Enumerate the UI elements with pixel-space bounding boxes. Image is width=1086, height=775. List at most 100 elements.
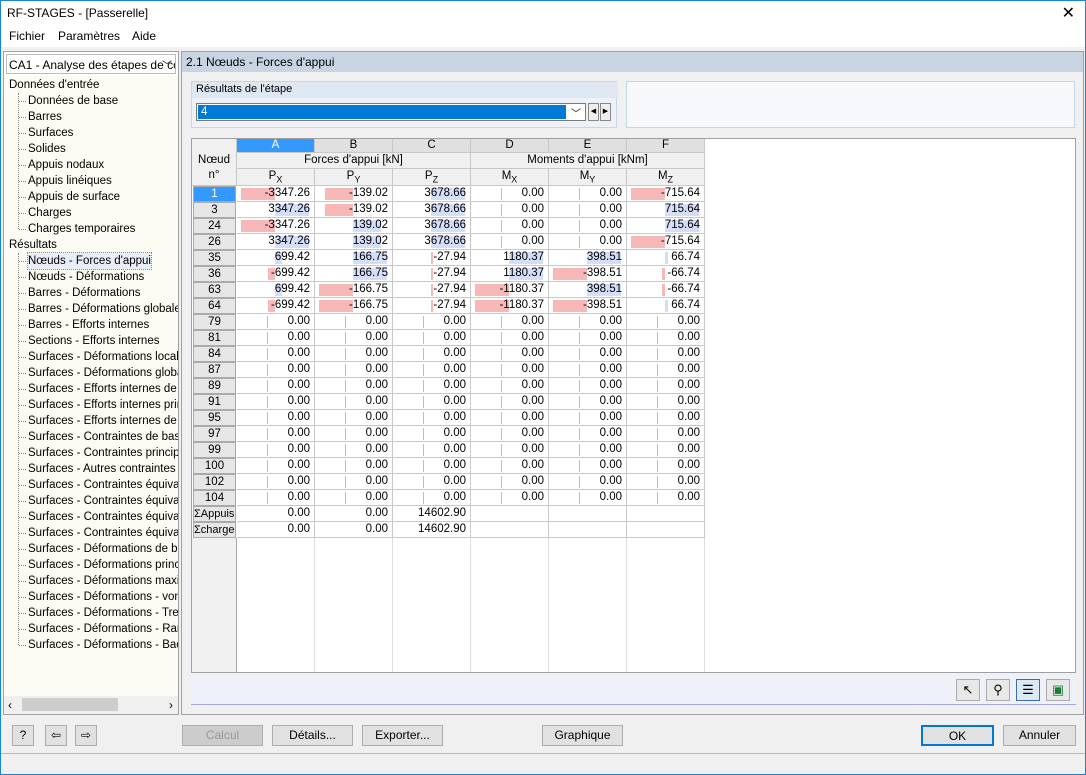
row-header[interactable]: 87 bbox=[193, 362, 236, 378]
calcul-button[interactable]: Calcul bbox=[182, 725, 263, 746]
tree-item[interactable]: Surfaces bbox=[18, 125, 73, 141]
menu-aide[interactable]: Aide bbox=[132, 29, 156, 43]
table-cell[interactable]: 0.00 bbox=[315, 458, 393, 474]
table-cell[interactable]: 0.00 bbox=[549, 426, 627, 442]
table-cell[interactable]: 0.00 bbox=[549, 442, 627, 458]
tree-item[interactable]: Surfaces - Contraintes équivalentes bbox=[18, 477, 178, 493]
table-cell[interactable]: 0.00 bbox=[627, 330, 705, 346]
table-cell[interactable]: 66.74 bbox=[627, 250, 705, 266]
table-cell[interactable]: 0.00 bbox=[393, 394, 471, 410]
table-cell[interactable]: -1180.37 bbox=[471, 298, 549, 314]
row-header[interactable]: 35 bbox=[193, 250, 236, 266]
table-cell[interactable]: 0.00 bbox=[627, 442, 705, 458]
tree-item[interactable]: Barres bbox=[19, 109, 62, 125]
table-cell[interactable]: 0.00 bbox=[627, 362, 705, 378]
table-cell[interactable]: 0.00 bbox=[237, 442, 315, 458]
table-cell[interactable]: 0.00 bbox=[549, 234, 627, 250]
table-cell[interactable]: 0.00 bbox=[627, 394, 705, 410]
table-cell[interactable]: 66.74 bbox=[627, 298, 705, 314]
tree-item[interactable]: Surfaces - Déformations - Tresca bbox=[19, 605, 178, 621]
table-cell[interactable]: 0.00 bbox=[315, 330, 393, 346]
tree-item[interactable]: Solides bbox=[19, 141, 66, 157]
row-header[interactable]: 100 bbox=[193, 458, 236, 474]
row-header[interactable]: 79 bbox=[193, 314, 236, 330]
tree-item[interactable]: Barres - Déformations bbox=[18, 285, 140, 301]
table-cell[interactable]: -1180.37 bbox=[471, 282, 549, 298]
table-cell[interactable]: 0.00 bbox=[549, 474, 627, 490]
tree-item[interactable]: Surfaces - Contraintes principales bbox=[19, 445, 178, 461]
row-header[interactable]: 104 bbox=[193, 490, 236, 506]
table-cell[interactable]: 3678.66 bbox=[393, 234, 471, 250]
table-cell[interactable]: 0.00 bbox=[471, 234, 549, 250]
table-cell[interactable]: 0.00 bbox=[315, 442, 393, 458]
menu-fichier[interactable]: Fichier bbox=[9, 29, 45, 43]
column-letter[interactable]: C bbox=[393, 139, 471, 153]
table-cell[interactable]: 0.00 bbox=[393, 314, 471, 330]
row-header[interactable]: 84 bbox=[193, 346, 236, 362]
table-cell[interactable]: 3678.66 bbox=[393, 186, 471, 202]
column-letter[interactable]: D bbox=[471, 139, 549, 153]
table-cell[interactable]: 0.00 bbox=[237, 474, 315, 490]
table-cell[interactable]: -66.74 bbox=[627, 282, 705, 298]
tree-item[interactable]: Barres - Déformations globales bbox=[19, 301, 178, 317]
table-cell[interactable]: 0.00 bbox=[627, 474, 705, 490]
tree-item[interactable]: Surfaces - Déformations maximales bbox=[18, 573, 178, 589]
row-header[interactable]: 102 bbox=[193, 474, 236, 490]
table-cell[interactable]: -699.42 bbox=[237, 266, 315, 282]
graphique-button[interactable]: Graphique bbox=[542, 725, 623, 746]
select-pointer-icon[interactable]: ↖ bbox=[956, 679, 980, 701]
row-header[interactable]: 26 bbox=[193, 234, 236, 250]
table-cell[interactable]: 0.00 bbox=[393, 474, 471, 490]
table-cell[interactable]: -398.51 bbox=[549, 298, 627, 314]
table-cell[interactable]: 0.00 bbox=[471, 410, 549, 426]
table-cell[interactable]: -715.64 bbox=[627, 234, 705, 250]
scroll-left-icon[interactable]: ‹ bbox=[8, 698, 12, 712]
table-cell[interactable]: 0.00 bbox=[471, 490, 549, 506]
row-header[interactable]: 63 bbox=[193, 282, 236, 298]
table-cell[interactable]: 0.00 bbox=[237, 426, 315, 442]
table-cell[interactable]: 0.00 bbox=[549, 202, 627, 218]
table-cell[interactable]: 398.51 bbox=[549, 250, 627, 266]
next-stage-button[interactable]: ▶ bbox=[600, 103, 611, 121]
previous-icon[interactable]: ⇦ bbox=[45, 725, 67, 746]
table-cell[interactable]: 0.00 bbox=[471, 474, 549, 490]
details-button[interactable]: Détails... bbox=[272, 725, 353, 746]
table-cell[interactable]: 3347.26 bbox=[237, 202, 315, 218]
stage-select[interactable]: 4 ﹀ bbox=[196, 103, 586, 121]
tree-item[interactable]: Nœuds - Forces d'appui bbox=[19, 252, 152, 270]
table-cell[interactable]: -139.02 bbox=[315, 202, 393, 218]
table-cell[interactable]: 0.00 bbox=[393, 442, 471, 458]
table-cell[interactable]: 0.00 bbox=[393, 378, 471, 394]
table-cell[interactable]: 0.00 bbox=[393, 346, 471, 362]
tree-item[interactable]: Surfaces - Déformations de base bbox=[18, 541, 178, 557]
column-letter[interactable]: A bbox=[237, 139, 315, 153]
close-icon[interactable]: ✕ bbox=[1062, 3, 1075, 23]
table-cell[interactable]: 0.00 bbox=[471, 442, 549, 458]
tree-item[interactable]: Surfaces - Déformations - von Mises bbox=[19, 589, 178, 605]
table-cell[interactable]: -398.51 bbox=[549, 266, 627, 282]
table-cell[interactable]: -699.42 bbox=[237, 298, 315, 314]
table-cell[interactable]: 0.00 bbox=[471, 218, 549, 234]
table-cell[interactable]: 0.00 bbox=[315, 394, 393, 410]
table-cell[interactable]: -66.74 bbox=[627, 266, 705, 282]
row-header[interactable]: 36 bbox=[193, 266, 236, 282]
table-cell[interactable]: 0.00 bbox=[549, 346, 627, 362]
table-cell[interactable]: 0.00 bbox=[393, 330, 471, 346]
table-cell[interactable]: 0.00 bbox=[393, 410, 471, 426]
table-cell[interactable]: 139.02 bbox=[315, 218, 393, 234]
tree-item[interactable]: Surfaces - Efforts internes principaux bbox=[18, 397, 178, 413]
table-cell[interactable]: -166.75 bbox=[315, 298, 393, 314]
tree-item[interactable]: Charges bbox=[18, 205, 71, 221]
table-cell[interactable]: 0.00 bbox=[315, 346, 393, 362]
tree-item[interactable]: Données de base bbox=[18, 93, 118, 109]
table-cell[interactable]: 0.00 bbox=[315, 362, 393, 378]
tree-item[interactable]: Surfaces - Déformations - Rankine bbox=[18, 621, 178, 637]
table-cell[interactable]: 1180.37 bbox=[471, 266, 549, 282]
tree-item[interactable]: Surfaces - Déformations globales bbox=[18, 365, 178, 381]
color-scale-icon[interactable]: ⚲ bbox=[986, 679, 1010, 701]
table-cell[interactable]: 0.00 bbox=[627, 378, 705, 394]
table-cell[interactable]: 0.00 bbox=[237, 314, 315, 330]
table-cell[interactable]: 0.00 bbox=[471, 346, 549, 362]
table-cell[interactable]: 0.00 bbox=[393, 362, 471, 378]
scroll-right-icon[interactable]: › bbox=[169, 698, 173, 712]
